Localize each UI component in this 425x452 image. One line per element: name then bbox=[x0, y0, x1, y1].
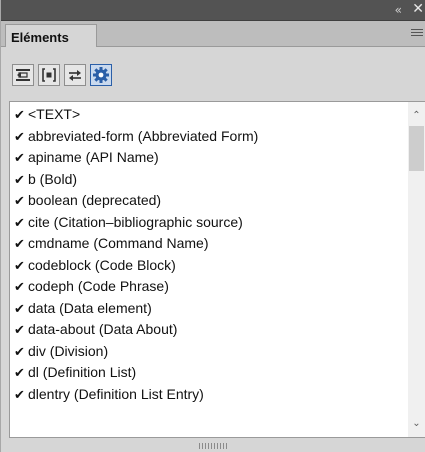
panel-tab-row: Eléments bbox=[1, 21, 425, 47]
checkmark-icon: ✔ bbox=[14, 237, 25, 252]
element-label: apiname (API Name) bbox=[28, 149, 159, 165]
wrap-element-button[interactable] bbox=[38, 64, 60, 86]
insert-element-icon bbox=[16, 69, 30, 81]
list-item[interactable]: ✔ b (Bold) bbox=[10, 169, 405, 191]
elements-list: ✔ <TEXT> ✔ abbreviated-form (Abbreviated Fo… bbox=[9, 101, 425, 438]
element-label: boolean (deprecated) bbox=[28, 192, 162, 208]
element-label: cite (Citation–bibliographic source) bbox=[28, 213, 243, 230]
vertical-scrollbar[interactable]: ⌃ ⌄ bbox=[408, 102, 425, 437]
list-item[interactable]: ✔ data (Data element) bbox=[10, 298, 405, 320]
tab-elements[interactable]: Eléments bbox=[5, 24, 97, 47]
close-icon[interactable]: ✕ bbox=[412, 1, 424, 17]
scroll-down-arrow-icon[interactable]: ⌄ bbox=[408, 415, 425, 432]
wrap-element-icon bbox=[42, 68, 56, 82]
checkmark-icon: ✔ bbox=[14, 301, 25, 317]
element-label: b (Bold) bbox=[28, 170, 78, 187]
element-label: cmdname (Command Name) bbox=[28, 235, 209, 251]
scroll-up-arrow-icon[interactable]: ⌃ bbox=[408, 107, 425, 124]
checkmark-icon: ✔ bbox=[14, 194, 25, 209]
list-item[interactable]: ✔ div (Division) bbox=[10, 341, 405, 363]
element-label: data-about (Data About) bbox=[28, 321, 178, 337]
change-element-icon bbox=[69, 70, 81, 81]
panel-titlebar: « ✕ bbox=[1, 0, 425, 21]
panel-menu-icon[interactable] bbox=[411, 29, 423, 38]
checkmark-icon: ✔ bbox=[14, 323, 25, 338]
list-item[interactable]: ✔ cmdname (Command Name) bbox=[10, 233, 405, 255]
resize-grip-icon[interactable] bbox=[199, 443, 229, 449]
checkmark-icon: ✔ bbox=[14, 366, 25, 381]
list-item[interactable]: ✔ dlentry (Definition List Entry) bbox=[10, 384, 405, 406]
list-item[interactable]: ✔ codeblock (Code Block) bbox=[10, 255, 405, 277]
checkmark-icon: ✔ bbox=[14, 387, 25, 403]
element-label: <TEXT> bbox=[28, 106, 81, 122]
list-item[interactable]: ✔ dl (Definition List) bbox=[10, 362, 405, 384]
element-label: codeph (Code Phrase) bbox=[28, 278, 169, 294]
element-label: div (Division) bbox=[28, 342, 109, 359]
insert-element-button[interactable] bbox=[12, 64, 34, 86]
checkmark-icon: ✔ bbox=[14, 108, 25, 123]
element-label: abbreviated-form (Abbreviated Form) bbox=[28, 127, 259, 144]
scroll-thumb[interactable] bbox=[409, 126, 424, 171]
list-item[interactable]: ✔ codeph (Code Phrase) bbox=[10, 276, 405, 298]
checkmark-icon: ✔ bbox=[14, 129, 25, 145]
checkmark-icon: ✔ bbox=[14, 258, 25, 274]
list-item[interactable]: ✔ cite (Citation–bibliographic source) bbox=[10, 212, 405, 234]
checkmark-icon: ✔ bbox=[14, 172, 25, 188]
list-item[interactable]: ✔ apiname (API Name) bbox=[10, 147, 405, 169]
element-label: data (Data element) bbox=[28, 299, 152, 316]
list-item[interactable]: ✔ data-about (Data About) bbox=[10, 319, 405, 341]
collapse-icon[interactable]: « bbox=[395, 2, 402, 18]
change-element-button[interactable] bbox=[64, 64, 86, 86]
elements-list-items: ✔ <TEXT> ✔ abbreviated-form (Abbreviated Fo… bbox=[10, 104, 405, 405]
list-item[interactable]: ✔ boolean (deprecated) bbox=[10, 190, 405, 212]
panel-bottom-bar bbox=[1, 440, 425, 452]
list-item[interactable]: ✔ abbreviated-form (Abbreviated Form) bbox=[10, 126, 405, 148]
element-label: codeblock (Code Block) bbox=[28, 256, 176, 273]
checkmark-icon: ✔ bbox=[14, 151, 25, 166]
checkmark-icon: ✔ bbox=[14, 344, 25, 360]
list-item[interactable]: ✔ <TEXT> bbox=[10, 104, 405, 126]
element-label: dlentry (Definition List Entry) bbox=[28, 385, 204, 402]
settings-gear-icon bbox=[93, 67, 109, 83]
element-label: dl (Definition List) bbox=[28, 364, 137, 380]
checkmark-icon: ✔ bbox=[14, 280, 25, 295]
settings-button[interactable] bbox=[90, 64, 112, 86]
elements-panel: « ✕ Eléments ✔ <TEXT> ✔ abbreviated-form… bbox=[0, 0, 425, 452]
checkmark-icon: ✔ bbox=[14, 215, 25, 231]
elements-toolbar bbox=[1, 47, 425, 93]
